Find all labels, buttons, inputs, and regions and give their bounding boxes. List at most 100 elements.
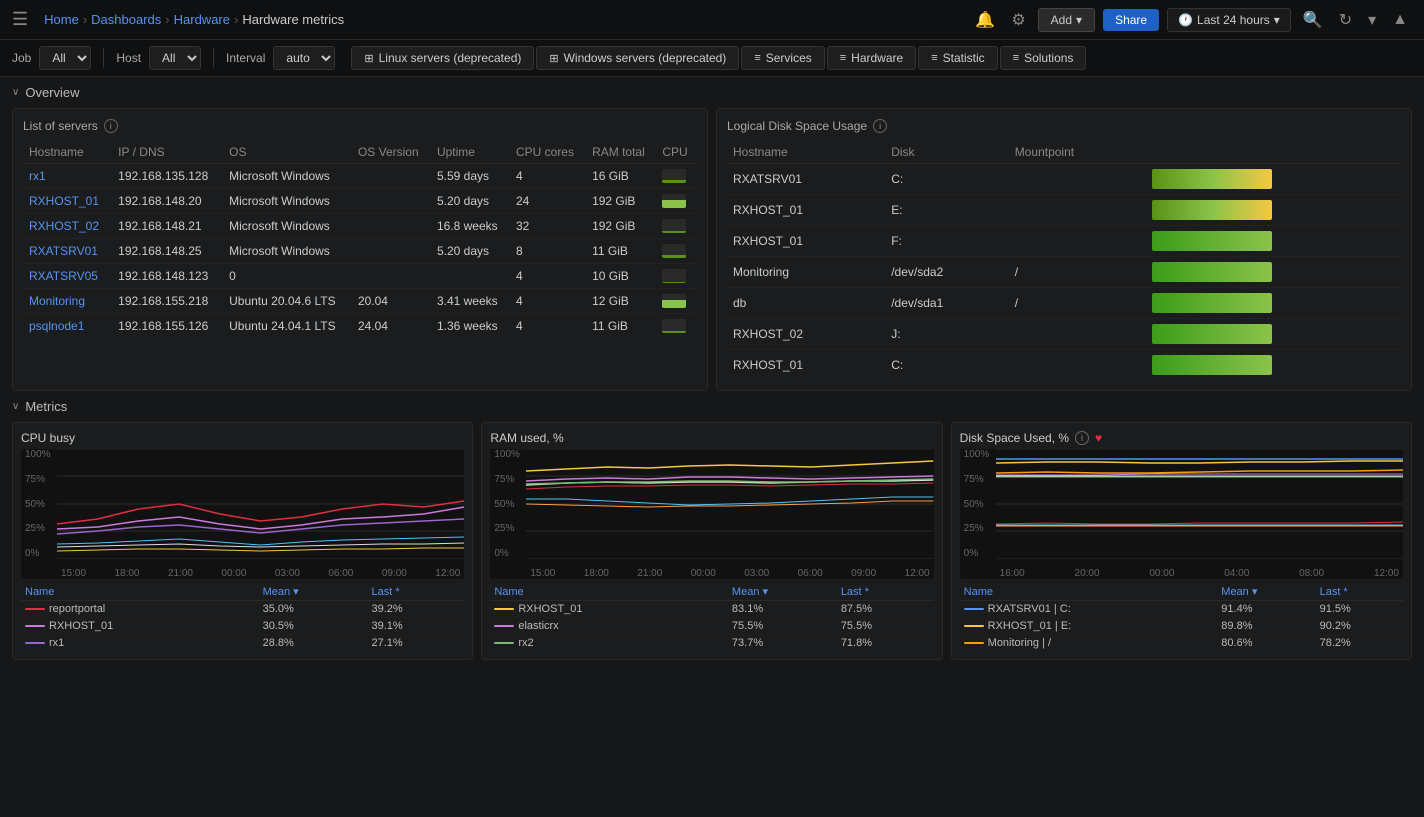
gear-button[interactable]: ⚙ <box>1007 6 1029 34</box>
server-row[interactable]: RXATSRV05 192.168.148.123 0 4 10 GiB <box>23 264 697 289</box>
disk-space-info-icon[interactable]: i <box>1075 431 1089 445</box>
cpu-legend-row: rx1 28.8% 27.1% <box>21 635 464 652</box>
overview-grid: List of servers i Hostname IP / DNS OS O… <box>12 108 1412 391</box>
statistic-tab-icon: ≡ <box>931 52 937 64</box>
disk-name: E: <box>885 195 1009 226</box>
servers-info-icon[interactable]: i <box>104 119 118 133</box>
dashboard-tabs: ⊞ Linux servers (deprecated) ⊞ Windows s… <box>351 46 1086 70</box>
ram-legend-name-col[interactable]: Name <box>490 583 728 601</box>
disk-hostname: RXHOST_01 <box>727 350 885 381</box>
tab-linux-servers[interactable]: ⊞ Linux servers (deprecated) <box>351 46 534 70</box>
server-os-version <box>352 164 431 189</box>
disk-mountpoint <box>1009 319 1147 350</box>
disk-legend-name-col[interactable]: Name <box>960 583 1218 601</box>
disk-y-labels: 100% 75% 50% 25% 0% <box>960 449 996 559</box>
server-row[interactable]: Monitoring 192.168.155.218 Ubuntu 20.04.… <box>23 289 697 314</box>
server-ip: 192.168.155.218 <box>112 289 223 314</box>
hamburger-icon[interactable]: ☰ <box>12 9 28 30</box>
servers-table: Hostname IP / DNS OS OS Version Uptime C… <box>23 141 697 338</box>
tab-statistic[interactable]: ≡ Statistic <box>918 46 997 70</box>
server-cpu-bar <box>656 264 697 289</box>
breadcrumb-current: Hardware metrics <box>242 12 344 27</box>
server-ram: 12 GiB <box>586 289 656 314</box>
refresh-button[interactable]: ↻ <box>1335 6 1356 34</box>
interval-label: Interval <box>226 51 265 65</box>
ram-legend-mean-col[interactable]: Mean ▾ <box>728 583 837 601</box>
disk-mountpoint: / <box>1009 288 1147 319</box>
disk-space-title: Disk Space Used, % i ♥ <box>960 431 1403 445</box>
breadcrumb-sep-2: › <box>165 12 169 27</box>
server-row[interactable]: RXHOST_02 192.168.148.21 Microsoft Windo… <box>23 214 697 239</box>
server-uptime: 3.41 weeks <box>431 289 510 314</box>
server-hostname: psqlnode1 <box>23 314 112 339</box>
tab-windows-servers[interactable]: ⊞ Windows servers (deprecated) <box>536 46 739 70</box>
disk-row[interactable]: RXHOST_01 C: <box>727 350 1401 381</box>
services-tab-icon: ≡ <box>754 52 760 64</box>
job-select[interactable]: All <box>39 46 91 70</box>
disk-bar-cell <box>1146 195 1401 226</box>
disk-name: C: <box>885 350 1009 381</box>
more-options-button[interactable]: ▾ <box>1364 6 1380 34</box>
share-button[interactable]: Share <box>1103 9 1159 31</box>
interval-select[interactable]: auto <box>273 46 335 70</box>
server-row[interactable]: psqlnode1 192.168.155.126 Ubuntu 24.04.1… <box>23 314 697 339</box>
server-row[interactable]: RXHOST_01 192.168.148.20 Microsoft Windo… <box>23 189 697 214</box>
breadcrumb-home[interactable]: Home <box>44 12 79 27</box>
disk-bar-cell <box>1146 226 1401 257</box>
disk-legend-last-col[interactable]: Last * <box>1316 583 1403 601</box>
tab-services[interactable]: ≡ Services <box>741 46 824 70</box>
cpu-legend-name-col[interactable]: Name <box>21 583 259 601</box>
filter-separator-1 <box>103 48 104 68</box>
breadcrumb-dashboards[interactable]: Dashboards <box>91 12 161 27</box>
tab-solutions[interactable]: ≡ Solutions <box>1000 46 1087 70</box>
metrics-section-title[interactable]: ∨ Metrics <box>12 399 1412 414</box>
disk-row[interactable]: RXATSRV01 C: <box>727 164 1401 195</box>
cpu-legend-mean-col[interactable]: Mean ▾ <box>259 583 368 601</box>
ram-used-panel: RAM used, % 100% 75% 50% 25% 0% <box>481 422 942 660</box>
disk-row[interactable]: RXHOST_02 J: <box>727 319 1401 350</box>
disk-legend-mean-col[interactable]: Mean ▾ <box>1217 583 1315 601</box>
time-range-button[interactable]: 🕐 Last 24 hours ▾ <box>1167 8 1291 32</box>
server-os: Microsoft Windows <box>223 239 352 264</box>
server-hostname: RXATSRV05 <box>23 264 112 289</box>
cpu-legend-last-col[interactable]: Last * <box>367 583 464 601</box>
disk-table: Hostname Disk Mountpoint RXATSRV01 C: RX… <box>727 141 1401 380</box>
main-content: ∨ Overview List of servers i Hostname IP… <box>0 77 1424 668</box>
server-cpu-bar <box>656 164 697 189</box>
disk-row[interactable]: Monitoring /dev/sda2 / <box>727 257 1401 288</box>
zoom-out-button[interactable]: 🔍 <box>1299 6 1327 34</box>
job-label: Job <box>12 51 31 65</box>
disk-bar-cell <box>1146 350 1401 381</box>
disk-hostname: db <box>727 288 885 319</box>
bell-button[interactable]: 🔔 <box>971 6 999 34</box>
server-cpu-cores: 4 <box>510 314 586 339</box>
server-os: Microsoft Windows <box>223 214 352 239</box>
server-hostname: RXHOST_02 <box>23 214 112 239</box>
breadcrumb-hardware[interactable]: Hardware <box>174 12 230 27</box>
filterbar: Job All Host All Interval auto ⊞ Linux s… <box>0 40 1424 77</box>
server-cpu-cores: 32 <box>510 214 586 239</box>
cpu-busy-title: CPU busy <box>21 431 464 445</box>
server-row[interactable]: RXATSRV01 192.168.148.25 Microsoft Windo… <box>23 239 697 264</box>
host-select[interactable]: All <box>149 46 201 70</box>
collapse-button[interactable]: ▲ <box>1388 7 1412 33</box>
server-cpu-cores: 24 <box>510 189 586 214</box>
server-cpu-cores: 4 <box>510 264 586 289</box>
server-uptime: 5.20 days <box>431 239 510 264</box>
overview-section-title[interactable]: ∨ Overview <box>12 85 1412 100</box>
disk-row[interactable]: db /dev/sda1 / <box>727 288 1401 319</box>
solutions-tab-icon: ≡ <box>1013 52 1019 64</box>
server-ip: 192.168.148.25 <box>112 239 223 264</box>
server-row[interactable]: rx1 192.168.135.128 Microsoft Windows 5.… <box>23 164 697 189</box>
add-button[interactable]: Add ▾ <box>1038 8 1095 32</box>
disk-col-bar <box>1146 141 1401 164</box>
disk-row[interactable]: RXHOST_01 E: <box>727 195 1401 226</box>
cpu-legend-row: reportportal 35.0% 39.2% <box>21 601 464 618</box>
tab-hardware[interactable]: ≡ Hardware <box>827 46 916 70</box>
disk-row[interactable]: RXHOST_01 F: <box>727 226 1401 257</box>
windows-tab-icon: ⊞ <box>549 52 558 65</box>
ram-legend-last-col[interactable]: Last * <box>837 583 934 601</box>
breadcrumb-sep-1: › <box>83 12 87 27</box>
server-ip: 192.168.148.21 <box>112 214 223 239</box>
disk-info-icon[interactable]: i <box>873 119 887 133</box>
